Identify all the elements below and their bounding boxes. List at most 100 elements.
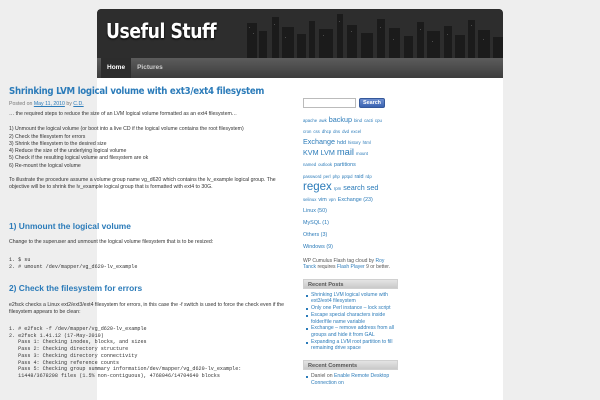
step-item: 3) Shrink the filesystem to the desired … — [9, 140, 107, 147]
section1-text: Change to the superuser and unmount the … — [9, 239, 214, 245]
tag-link[interactable]: sed — [367, 183, 379, 192]
tag-link[interactable]: dhcp — [322, 129, 331, 134]
illustration-paragraph: To illustrate the procedure assume a vol… — [9, 177, 276, 191]
recent-comments-title: Recent Comments — [303, 360, 398, 371]
tag-link[interactable]: apache — [303, 118, 317, 123]
category-link[interactable]: Linux (50) — [303, 208, 327, 214]
code-line: Pass 4: Checking reference counts — [9, 359, 120, 366]
tag-link[interactable]: bind — [354, 118, 362, 123]
step-item: 1) Unmount the logical volume (or boot i… — [9, 126, 244, 133]
code-line: 1. $ su — [9, 257, 31, 263]
code-block-unmount: 1. $ su 2. # umount /dev/mapper/vg_d620-… — [9, 257, 293, 270]
tag-link[interactable]: dvd — [342, 129, 349, 134]
tag-link[interactable]: password — [303, 174, 321, 179]
tag-link[interactable]: mount — [356, 151, 368, 156]
tag-link[interactable]: outlook — [318, 162, 332, 167]
recent-post-link[interactable]: Shrinking LVM logical volume with ext3/e… — [306, 292, 398, 305]
tag-link[interactable]: php — [333, 174, 340, 179]
recent-comments-list: Daniel on Enable Remote Desktop Connecti… — [303, 370, 398, 386]
tag-link[interactable]: backup — [329, 115, 352, 124]
main-nav: Home Pictures — [97, 58, 503, 78]
code-line: Pass 5: Checking group summary informati… — [9, 366, 242, 373]
post-title[interactable]: Shrinking LVM logical volume with ext3/e… — [9, 86, 265, 97]
recent-post-link[interactable]: Only one Perl instance – lock script — [306, 305, 398, 312]
comment-on-label: on — [326, 373, 333, 380]
tag-link[interactable]: cpu — [375, 118, 382, 123]
author-link[interactable]: C.D. — [73, 101, 83, 107]
recent-post-link[interactable]: Escape special characters inside folder/… — [306, 312, 398, 325]
flash-player-link[interactable]: Flash Player — [337, 264, 365, 270]
tag-link[interactable]: LVM — [321, 148, 335, 157]
tag-link[interactable]: hdd — [337, 140, 346, 146]
post-intro: … the required steps to reduce the size … — [9, 111, 237, 117]
search-form: Search — [303, 98, 398, 108]
tag-link[interactable]: Exchange — [303, 137, 335, 146]
tag-link[interactable]: vpn — [329, 197, 336, 202]
search-input[interactable] — [303, 98, 356, 108]
nav-item-pictures[interactable]: Pictures — [131, 58, 169, 78]
step-item: 5) Check if the resulting logical volume… — [9, 155, 149, 162]
tag-link[interactable]: raid — [355, 174, 364, 180]
code-line: 2. # umount /dev/mapper/vg_d620-lv_examp… — [9, 263, 138, 270]
tag-link[interactable]: selinux — [303, 197, 316, 202]
tag-link[interactable]: html — [363, 140, 371, 145]
cumulus-prefix: WP Cumulus Flash tag cloud by — [303, 257, 375, 264]
sidebar: Search apache awk backup bind cacti cpu cron c… — [303, 86, 398, 386]
code-line: Pass 3: Checking directory connectivity — [9, 352, 138, 359]
tag-link[interactable]: cron — [303, 129, 311, 134]
steps-list: 1) Unmount the logical volume (or boot i… — [9, 126, 293, 170]
step-item: 4) Reduce the size of the underlying log… — [9, 148, 127, 155]
category-link[interactable]: Others (3) — [303, 232, 327, 238]
post-content: Shrinking LVM logical volume with ext3/e… — [9, 86, 293, 379]
category-link[interactable]: MySQL (1) — [303, 220, 329, 226]
tag-link[interactable]: rdp — [366, 174, 372, 179]
code-line: 1. # e2fsck -f /dev/mapper/vg_d620-lv_ex… — [9, 326, 147, 332]
tag-link[interactable]: history — [348, 140, 361, 145]
tag-link[interactable]: css — [313, 129, 319, 134]
nav-item-home[interactable]: Home — [101, 58, 132, 78]
post-meta: Posted on May 11, 2010 by C.D. — [9, 101, 293, 107]
category-link[interactable]: Windows (9) — [303, 244, 333, 250]
cumulus-credit: WP Cumulus Flash tag cloud by Roy Tanck … — [303, 258, 398, 271]
comment-author: Daniel — [311, 373, 326, 380]
meta-posted-label: Posted on — [9, 101, 33, 107]
code-line: 2. e2fsck 1.41.12 (17-May-2010) — [9, 332, 104, 339]
code-line: Pass 2: Checking directory structure — [9, 346, 129, 353]
tag-link[interactable]: KVM — [303, 148, 319, 157]
tag-link[interactable]: Exchange (23) — [338, 197, 373, 203]
tag-link[interactable]: mail — [337, 146, 354, 157]
site-title[interactable]: Useful Stuff — [106, 19, 217, 43]
code-block-e2fsck: 1. # e2fsck -f /dev/mapper/vg_d620-lv_ex… — [9, 326, 293, 380]
step-item: 2) Check the filesystem for errors — [9, 133, 86, 140]
code-line: 11448/3678208 files (1.5% non-contiguous… — [9, 372, 220, 379]
tag-link[interactable]: pptpd — [342, 174, 353, 179]
post-date-link[interactable]: May 11, 2010 — [34, 101, 65, 107]
tag-link[interactable]: named — [303, 162, 316, 167]
section2-text: e2fsck checks a Linux ext2/ext3/ext4 fil… — [9, 302, 285, 316]
tag-cloud: apache awk backup bind cacti cpu cron css dhcp d… — [303, 114, 398, 252]
search-button[interactable]: Search — [359, 98, 385, 108]
recent-posts-title: Recent Posts — [303, 278, 398, 289]
tag-link[interactable]: vim — [318, 197, 326, 203]
recent-posts-list: Shrinking LVM logical volume with ext3/e… — [303, 289, 398, 352]
recent-post-link[interactable]: Expanding a LVM root partition to fill r… — [306, 339, 398, 352]
section-heading-unmount: 1) Unmount the logical volume — [9, 221, 131, 231]
cumulus-requires: requires — [317, 264, 336, 271]
tag-link[interactable]: perl — [323, 174, 330, 179]
tag-link[interactable]: cacti — [364, 118, 373, 123]
tag-link[interactable]: awk — [319, 118, 327, 123]
tag-link[interactable]: dns — [333, 129, 340, 134]
recent-comment-item: Daniel on Enable Remote Desktop Connecti… — [306, 373, 398, 386]
meta-by-label: by — [66, 101, 72, 107]
tag-link[interactable]: rpm — [334, 186, 341, 191]
tag-link[interactable]: search — [343, 183, 365, 192]
section-heading-check: 2) Check the filesystem for errors — [9, 283, 143, 293]
cumulus-suffix: 9 or better. — [366, 264, 391, 271]
tag-link[interactable]: excel — [351, 129, 361, 134]
tag-link[interactable]: partitions — [334, 162, 356, 168]
tag-link[interactable]: regex — [303, 181, 332, 193]
code-line: Pass 1: Checking inodes, blocks, and siz… — [9, 339, 147, 346]
site-header: Useful Stuff — [97, 9, 503, 58]
step-item: 6) Re-mount the logical volume — [9, 162, 81, 169]
recent-post-link[interactable]: Exchange – remove address from all group… — [306, 325, 398, 338]
